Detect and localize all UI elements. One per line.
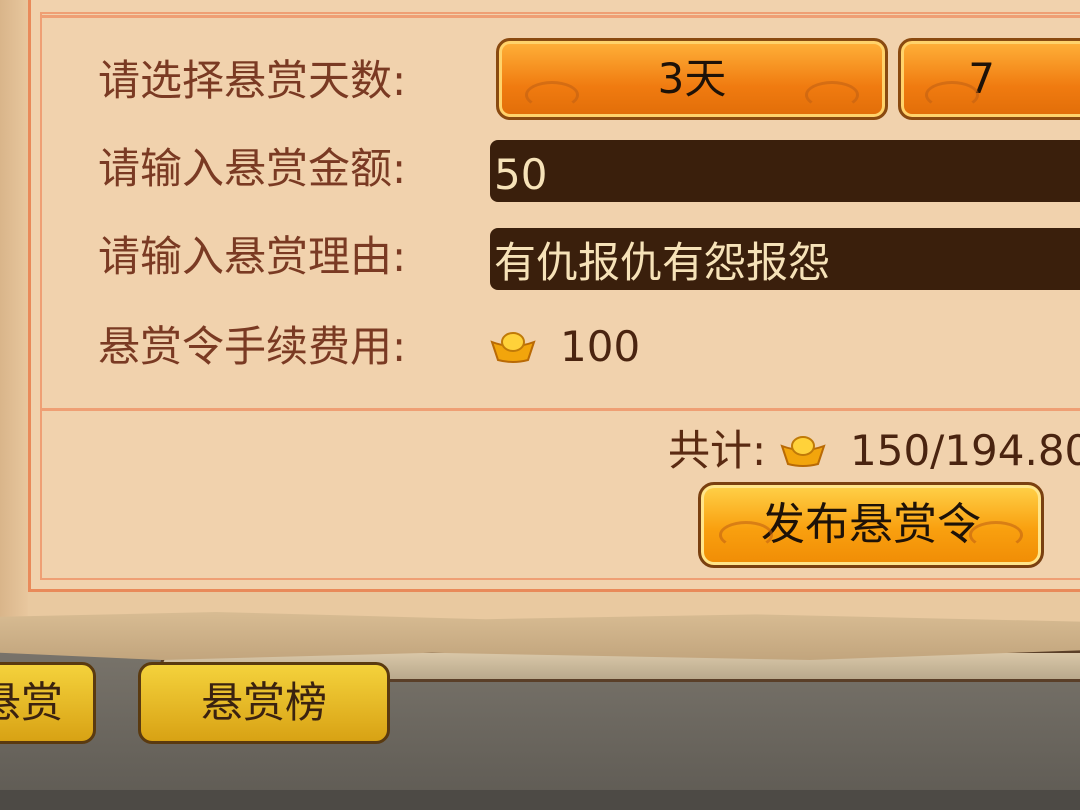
publish-bounty-button[interactable]: 发布悬赏令 [698,482,1044,568]
amount-input[interactable]: 50 [490,140,1080,202]
bottom-strip [0,790,1080,810]
total-value: 150/194.80 [850,426,1080,475]
tab-bounty-ranking[interactable]: 悬赏榜 [138,662,390,744]
panel-left-edge [0,0,28,620]
cloud-swirl-icon [525,81,579,109]
publish-button-label: 发布悬赏令 [761,499,981,550]
cloud-swirl-icon [925,81,979,109]
cloud-swirl-icon [719,521,773,549]
amount-label: 请输入悬赏金额: [98,144,407,193]
top-divider [40,15,1080,18]
reason-input[interactable]: 有仇报仇有怨报怨 [490,228,1080,290]
fee-label: 悬赏令手续费用: [98,322,407,371]
day-option-7-button[interactable]: 7 [898,38,1080,120]
gold-ingot-icon [490,332,536,363]
total-label: 共计: [668,426,767,475]
reason-label: 请输入悬赏理由: [98,232,407,281]
cloud-swirl-icon [969,521,1023,549]
fee-value: 100 [560,322,641,371]
tab-label: 悬赏 [0,678,63,727]
panel-torn-edge [0,612,1080,660]
tab-label: 悬赏榜 [200,678,327,727]
day-option-label: 3天 [657,54,727,103]
tab-bounty[interactable]: 悬赏 [0,662,96,744]
days-label: 请选择悬赏天数: [98,56,407,105]
section-divider [40,408,1080,411]
bounty-panel: 请选择悬赏天数: 3天 7 请输入悬赏金额: 50 请输入悬赏理由: 有仇报仇有… [0,0,1080,630]
day-option-3-button[interactable]: 3天 [496,38,888,120]
gold-ingot-icon [780,436,826,467]
cloud-swirl-icon [805,81,859,109]
